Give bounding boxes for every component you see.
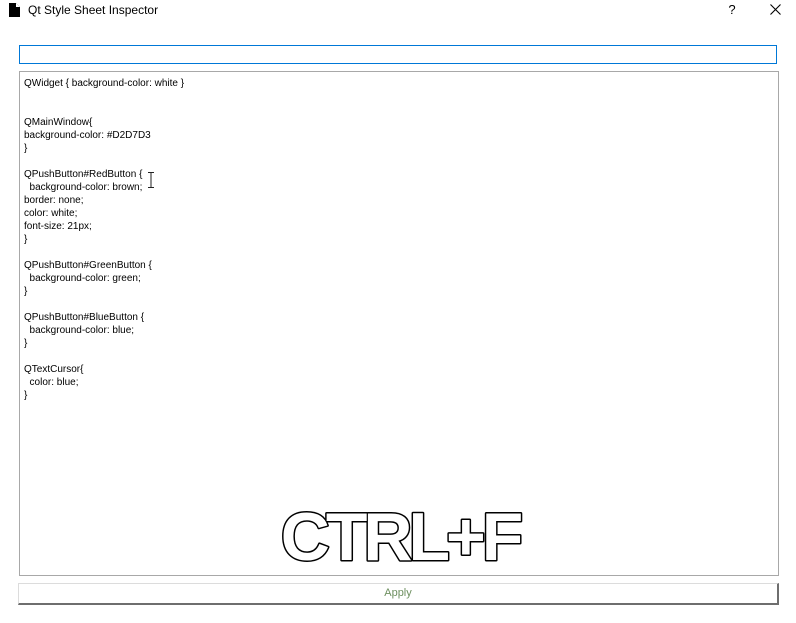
help-button[interactable]: ? [722,0,742,20]
window-title: Qt Style Sheet Inspector [28,3,159,17]
apply-button[interactable]: Apply [18,583,779,605]
shortcut-text: CTRL+F [281,500,522,566]
keyboard-shortcut-overlay: CTRL+F [279,500,527,566]
text-cursor-icon [148,172,154,188]
close-button[interactable] [765,0,787,20]
document-icon [9,3,20,17]
search-input[interactable] [19,45,777,64]
stylesheet-text[interactable]: QWidget { background-color: white } QMai… [24,77,184,402]
title-bar: Qt Style Sheet Inspector ? [0,0,796,22]
close-icon [770,4,781,15]
